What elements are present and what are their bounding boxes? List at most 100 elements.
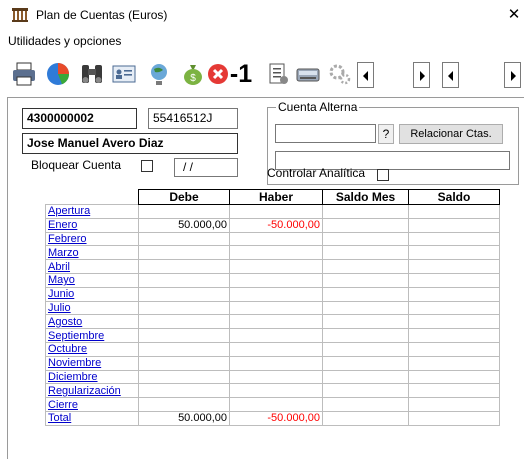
saldo-cell bbox=[408, 410, 500, 426]
menu-bar: Utilidades y opciones bbox=[0, 30, 532, 52]
haber-cell bbox=[229, 204, 323, 219]
haber-cell bbox=[229, 314, 323, 330]
saldo-mes-cell bbox=[322, 300, 409, 316]
balance-table: Debe Haber Saldo Mes Saldo Apertura Ener… bbox=[45, 189, 500, 426]
table-row: Noviembre bbox=[45, 355, 500, 371]
debe-cell bbox=[138, 328, 230, 343]
saldo-mes-cell bbox=[322, 231, 409, 247]
scroll-left-button[interactable] bbox=[357, 62, 374, 88]
search-account-button[interactable]: ? bbox=[378, 124, 394, 144]
minus-one-button[interactable]: -1 bbox=[226, 60, 256, 88]
period-link[interactable]: Julio bbox=[45, 300, 139, 316]
account-name-field[interactable]: Jose Manuel Avero Diaz bbox=[22, 133, 238, 154]
id-card-icon[interactable] bbox=[110, 60, 138, 88]
saldo-mes-cell bbox=[322, 383, 409, 399]
saldo-cell bbox=[408, 341, 500, 357]
debe-cell bbox=[138, 286, 230, 302]
pie-chart-icon[interactable] bbox=[44, 60, 72, 88]
globe-icon[interactable] bbox=[145, 60, 173, 88]
debe-cell bbox=[138, 314, 230, 330]
alt-account-code-field[interactable] bbox=[275, 124, 376, 143]
column-header: Debe bbox=[138, 189, 230, 205]
lock-account-checkbox[interactable] bbox=[141, 160, 153, 172]
saldo-mes-cell bbox=[322, 397, 409, 412]
period-link[interactable]: Cierre bbox=[45, 397, 139, 412]
table-row: Julio bbox=[45, 300, 500, 316]
scroll-right-button[interactable] bbox=[504, 62, 521, 88]
haber-cell bbox=[229, 341, 323, 357]
table-row: Septiembre bbox=[45, 328, 500, 343]
debe-cell bbox=[138, 204, 230, 219]
gears-icon[interactable] bbox=[326, 60, 354, 88]
period-link[interactable]: Febrero bbox=[45, 231, 139, 247]
tax-id-field[interactable]: 55416512J bbox=[148, 108, 238, 129]
table-row: Apertura bbox=[45, 204, 500, 219]
haber-cell bbox=[229, 383, 323, 399]
alt-account-title: Cuenta Alterna bbox=[276, 100, 360, 114]
table-header-row: Debe Haber Saldo Mes Saldo bbox=[46, 189, 500, 205]
period-link[interactable]: Junio bbox=[45, 286, 139, 302]
scroll-right-button[interactable] bbox=[413, 62, 430, 88]
period-link[interactable]: Marzo bbox=[45, 245, 139, 261]
saldo-cell bbox=[408, 397, 500, 412]
saldo-cell bbox=[408, 383, 500, 399]
saldo-mes-cell bbox=[322, 369, 409, 385]
lock-date-field[interactable]: / / bbox=[174, 158, 238, 177]
saldo-mes-cell bbox=[322, 314, 409, 330]
saldo-mes-cell bbox=[322, 217, 409, 233]
saldo-cell bbox=[408, 204, 500, 219]
debe-cell bbox=[138, 231, 230, 247]
haber-cell bbox=[229, 259, 323, 274]
haber-cell bbox=[229, 231, 323, 247]
debe-cell bbox=[138, 383, 230, 399]
analytics-checkbox[interactable] bbox=[377, 169, 389, 181]
period-link[interactable]: Apertura bbox=[45, 204, 139, 219]
svg-text:$: $ bbox=[190, 73, 196, 84]
haber-cell bbox=[229, 355, 323, 371]
table-row: Abril bbox=[45, 259, 500, 274]
table-row: Total 50.000,00 -50.000,00 bbox=[45, 410, 500, 426]
money-bag-icon[interactable]: $ bbox=[179, 60, 207, 88]
column-header: Saldo bbox=[408, 189, 500, 205]
saldo-cell bbox=[408, 217, 500, 233]
saldo-mes-cell bbox=[322, 272, 409, 288]
period-link[interactable]: Agosto bbox=[45, 314, 139, 330]
period-link[interactable]: Octubre bbox=[45, 341, 139, 357]
period-link[interactable]: Septiembre bbox=[45, 328, 139, 343]
debe-cell: 50.000,00 bbox=[138, 410, 230, 426]
saldo-cell bbox=[408, 231, 500, 247]
debe-cell bbox=[138, 355, 230, 371]
haber-cell bbox=[229, 369, 323, 385]
period-link[interactable]: Abril bbox=[45, 259, 139, 274]
analytics-label: Controlar Analítica bbox=[267, 166, 366, 180]
scanner-icon[interactable] bbox=[294, 60, 322, 88]
saldo-cell bbox=[408, 286, 500, 302]
menu-utilities[interactable]: Utilidades y opciones bbox=[8, 34, 121, 48]
app-icon bbox=[12, 8, 28, 22]
saldo-cell bbox=[408, 272, 500, 288]
debe-cell bbox=[138, 341, 230, 357]
debe-cell bbox=[138, 259, 230, 274]
period-link[interactable]: Enero bbox=[45, 217, 139, 233]
table-row: Mayo bbox=[45, 272, 500, 288]
print-icon[interactable] bbox=[10, 60, 38, 88]
account-code-field[interactable]: 4300000002 bbox=[22, 108, 137, 129]
column-header: Saldo Mes bbox=[322, 189, 409, 205]
close-button[interactable]: ✕ bbox=[496, 0, 532, 30]
period-link[interactable]: Mayo bbox=[45, 272, 139, 288]
binoculars-icon[interactable] bbox=[78, 60, 106, 88]
title-bar: Plan de Cuentas (Euros) ✕ bbox=[0, 0, 532, 30]
lock-account-label: Bloquear Cuenta bbox=[31, 158, 122, 172]
document-icon[interactable] bbox=[264, 60, 292, 88]
scroll-left-button[interactable] bbox=[442, 62, 459, 88]
toolbar: $ -1 bbox=[0, 52, 532, 96]
period-link[interactable]: Total bbox=[45, 410, 139, 426]
relate-accounts-button[interactable]: Relacionar Ctas. bbox=[399, 124, 503, 144]
period-link[interactable]: Diciembre bbox=[45, 369, 139, 385]
period-link[interactable]: Regularización bbox=[45, 383, 139, 399]
table-row: Agosto bbox=[45, 314, 500, 330]
saldo-mes-cell bbox=[322, 410, 409, 426]
saldo-mes-cell bbox=[322, 328, 409, 343]
saldo-cell bbox=[408, 355, 500, 371]
period-link[interactable]: Noviembre bbox=[45, 355, 139, 371]
